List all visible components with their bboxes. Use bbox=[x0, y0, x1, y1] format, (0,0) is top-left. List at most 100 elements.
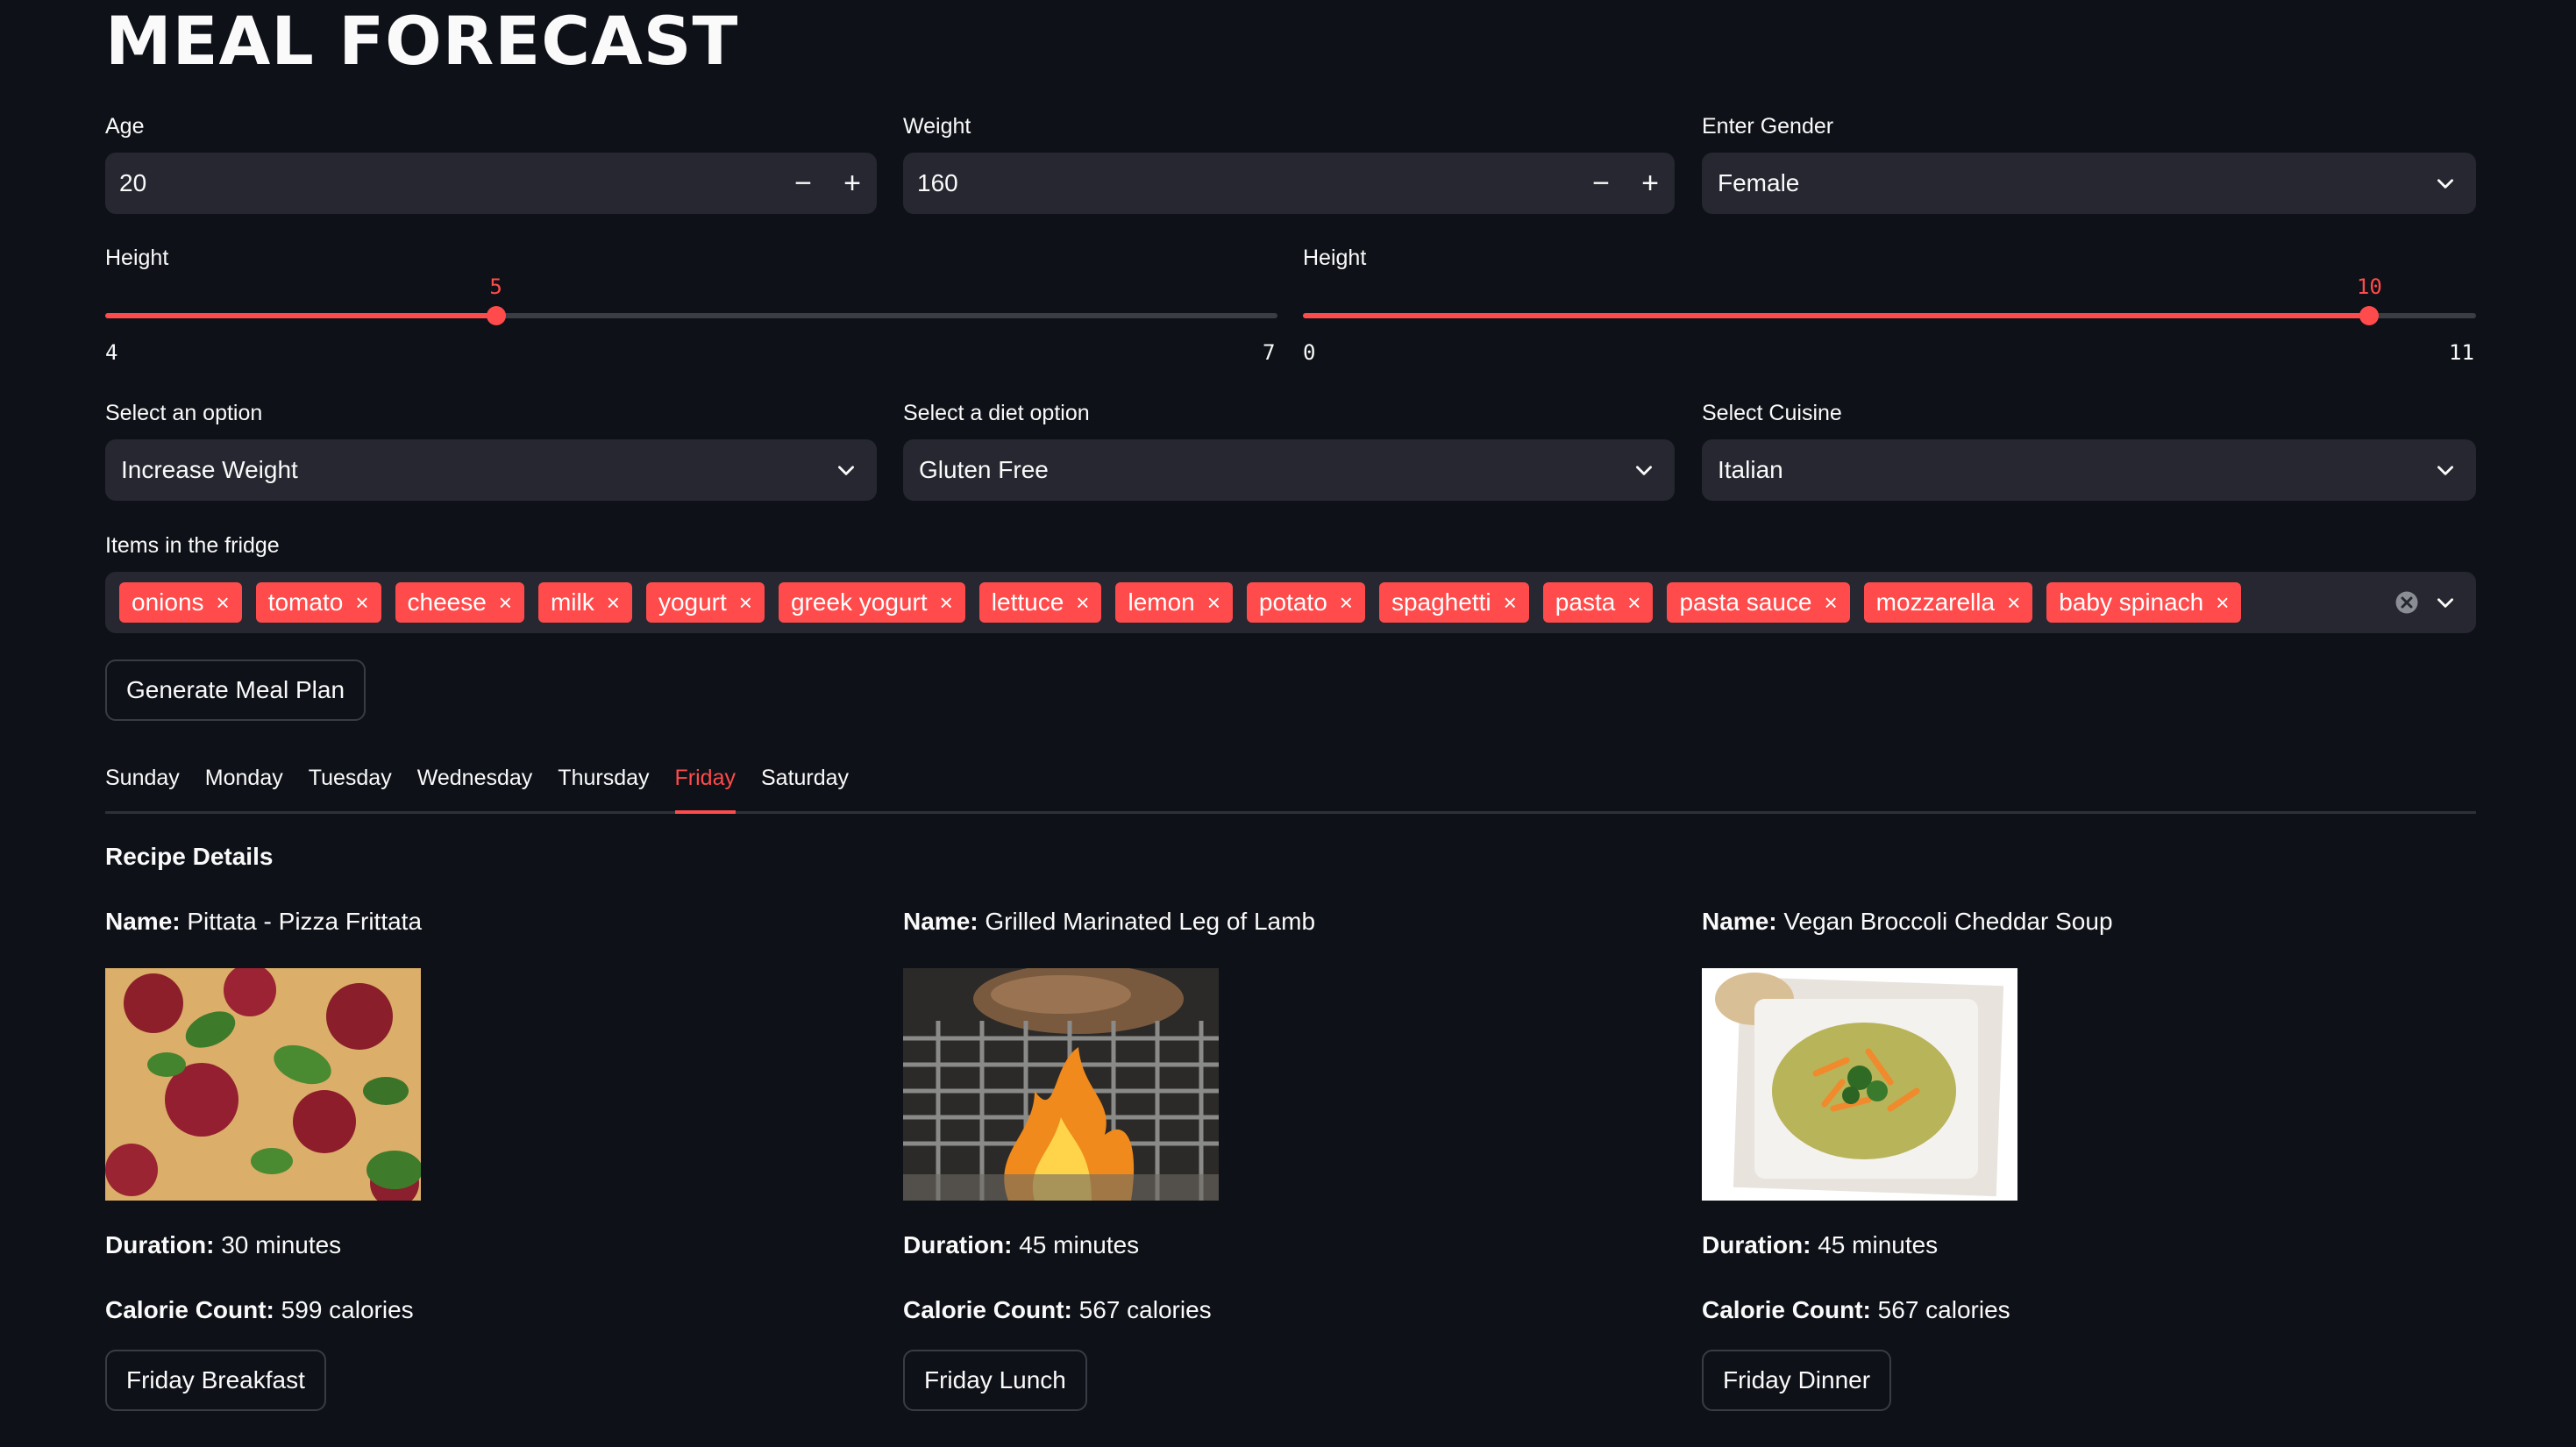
remove-tag-icon[interactable]: × bbox=[1340, 589, 1353, 617]
fridge-tag[interactable]: milk × bbox=[537, 582, 632, 623]
height-feet-min: 4 bbox=[105, 340, 118, 365]
remove-tag-icon[interactable]: × bbox=[1504, 589, 1517, 617]
day-tabs: Sunday Monday Tuesday Wednesday Thursday Frid… bbox=[105, 759, 2476, 814]
height-inches-max: 11 bbox=[2449, 340, 2474, 365]
height-inches-slider-fill bbox=[1303, 313, 2370, 318]
height-feet-slider-fill bbox=[105, 313, 496, 318]
fridge-tag[interactable]: onions × bbox=[119, 582, 242, 623]
fridge-tag[interactable]: tomato × bbox=[255, 582, 381, 623]
fridge-tag-label: onions bbox=[132, 588, 204, 616]
meal-name: Name: Grilled Marinated Leg of Lamb bbox=[903, 908, 1316, 935]
tab-sunday[interactable]: Sunday bbox=[105, 759, 180, 811]
height-inches-slider-thumb[interactable] bbox=[2359, 306, 2380, 325]
remove-tag-icon[interactable]: × bbox=[217, 589, 230, 617]
fridge-tag-label: cheese bbox=[407, 588, 487, 616]
friday-dinner-button[interactable]: Friday Dinner bbox=[1702, 1350, 1892, 1411]
diet-label: Select a diet option bbox=[903, 401, 1090, 425]
fridge-tag[interactable]: yogurt × bbox=[645, 582, 765, 623]
meal-image-grilled-lamb bbox=[903, 968, 1219, 1201]
remove-tag-icon[interactable]: × bbox=[607, 589, 620, 617]
gender-select[interactable]: Female bbox=[1702, 153, 2476, 214]
tab-tuesday[interactable]: Tuesday bbox=[309, 759, 392, 811]
fridge-tag-label: mozzarella bbox=[1875, 588, 1996, 616]
meal-name: Name: Vegan Broccoli Cheddar Soup bbox=[1702, 908, 2113, 935]
friday-lunch-button[interactable]: Friday Lunch bbox=[903, 1350, 1087, 1411]
weight-input[interactable]: 160 − + bbox=[903, 153, 1675, 214]
meal-duration: Duration: 30 minutes bbox=[105, 1231, 342, 1258]
diet-value: Gluten Free bbox=[919, 456, 1049, 483]
tab-friday[interactable]: Friday bbox=[674, 759, 737, 814]
goal-label: Select an option bbox=[105, 401, 263, 425]
fridge-tag[interactable]: pasta × bbox=[1542, 582, 1654, 623]
height-feet-slider[interactable]: 5 bbox=[105, 274, 1277, 325]
height-feet-max: 7 bbox=[1263, 340, 1276, 365]
fridge-tag[interactable]: lettuce × bbox=[978, 582, 1102, 623]
chevron-down-icon[interactable] bbox=[2434, 591, 2457, 614]
height-inches-label: Height bbox=[1303, 246, 1367, 270]
meal-duration: Duration: 45 minutes bbox=[903, 1231, 1140, 1258]
fridge-tag[interactable]: greek yogurt × bbox=[778, 582, 965, 623]
remove-tag-icon[interactable]: × bbox=[1824, 589, 1837, 617]
fridge-multiselect[interactable]: onions × tomato × cheese × milk × yogurt × greek y… bbox=[105, 572, 2476, 633]
height-feet-slider-value: 5 bbox=[489, 274, 502, 299]
diet-select[interactable]: Gluten Free bbox=[903, 439, 1675, 501]
meal-calories: Calorie Count: 567 calories bbox=[1702, 1296, 2010, 1323]
goal-select[interactable]: Increase Weight bbox=[105, 439, 877, 501]
weight-increment-button[interactable]: + bbox=[1626, 167, 1675, 201]
cuisine-select[interactable]: Italian bbox=[1702, 439, 2476, 501]
fridge-tag-label: baby spinach bbox=[2059, 588, 2204, 616]
meal-image-pizza-frittata bbox=[105, 968, 421, 1201]
tab-saturday[interactable]: Saturday bbox=[761, 759, 849, 811]
height-feet-label: Height bbox=[105, 246, 169, 270]
fridge-label: Items in the fridge bbox=[105, 533, 280, 558]
chevron-down-icon[interactable] bbox=[835, 459, 857, 481]
fridge-tag-label: lettuce bbox=[991, 588, 1064, 616]
height-feet-slider-thumb[interactable] bbox=[486, 306, 506, 325]
gender-label: Enter Gender bbox=[1702, 114, 1834, 139]
chevron-down-icon[interactable] bbox=[1633, 459, 1655, 481]
remove-tag-icon[interactable]: × bbox=[1076, 589, 1089, 617]
weight-decrement-button[interactable]: − bbox=[1576, 167, 1626, 201]
weight-value[interactable]: 160 bbox=[917, 169, 1576, 197]
age-value[interactable]: 20 bbox=[119, 169, 779, 197]
fridge-tag[interactable]: lemon × bbox=[1115, 582, 1233, 623]
fridge-tag[interactable]: spaghetti × bbox=[1378, 582, 1529, 623]
age-increment-button[interactable]: + bbox=[828, 167, 877, 201]
remove-tag-icon[interactable]: × bbox=[1207, 589, 1220, 617]
chevron-down-icon[interactable] bbox=[2434, 459, 2457, 481]
fridge-tag[interactable]: cheese × bbox=[395, 582, 524, 623]
fridge-tag-label: yogurt bbox=[658, 588, 727, 616]
tab-thursday[interactable]: Thursday bbox=[558, 759, 649, 811]
goal-value: Increase Weight bbox=[121, 456, 298, 483]
fridge-tag[interactable]: potato × bbox=[1246, 582, 1365, 623]
age-input[interactable]: 20 − + bbox=[105, 153, 877, 214]
remove-tag-icon[interactable]: × bbox=[499, 589, 512, 617]
remove-tag-icon[interactable]: × bbox=[739, 589, 752, 617]
fridge-tag[interactable]: baby spinach × bbox=[2046, 582, 2242, 623]
height-inches-slider[interactable]: 10 bbox=[1303, 274, 2476, 325]
remove-tag-icon[interactable]: × bbox=[2216, 589, 2229, 617]
age-label: Age bbox=[105, 114, 145, 139]
fridge-tag-label: lemon bbox=[1128, 588, 1195, 616]
cuisine-value: Italian bbox=[1718, 456, 1783, 483]
meal-card-lunch: Name: Grilled Marinated Leg of Lamb Dura… bbox=[903, 908, 1675, 1411]
age-decrement-button[interactable]: − bbox=[779, 167, 828, 201]
recipe-details-heading: Recipe Details bbox=[105, 843, 274, 870]
tab-monday[interactable]: Monday bbox=[205, 759, 283, 811]
remove-tag-icon[interactable]: × bbox=[2007, 589, 2020, 617]
friday-breakfast-button[interactable]: Friday Breakfast bbox=[105, 1350, 326, 1411]
fridge-tag[interactable]: pasta sauce × bbox=[1667, 582, 1850, 623]
fridge-tag-label: spaghetti bbox=[1391, 588, 1491, 616]
height-inches-min: 0 bbox=[1303, 340, 1316, 365]
fridge-tag-label: pasta sauce bbox=[1679, 588, 1812, 616]
fridge-tag[interactable]: mozzarella × bbox=[1863, 582, 2033, 623]
chevron-down-icon[interactable] bbox=[2434, 172, 2457, 195]
remove-tag-icon[interactable]: × bbox=[940, 589, 953, 617]
tab-wednesday[interactable]: Wednesday bbox=[417, 759, 533, 811]
remove-tag-icon[interactable]: × bbox=[355, 589, 368, 617]
remove-tag-icon[interactable]: × bbox=[1627, 589, 1640, 617]
clear-all-icon[interactable] bbox=[2394, 589, 2420, 616]
fridge-tag-label: pasta bbox=[1555, 588, 1616, 616]
generate-meal-plan-button[interactable]: Generate Meal Plan bbox=[105, 659, 366, 721]
meal-name: Name: Pittata - Pizza Frittata bbox=[105, 908, 423, 935]
